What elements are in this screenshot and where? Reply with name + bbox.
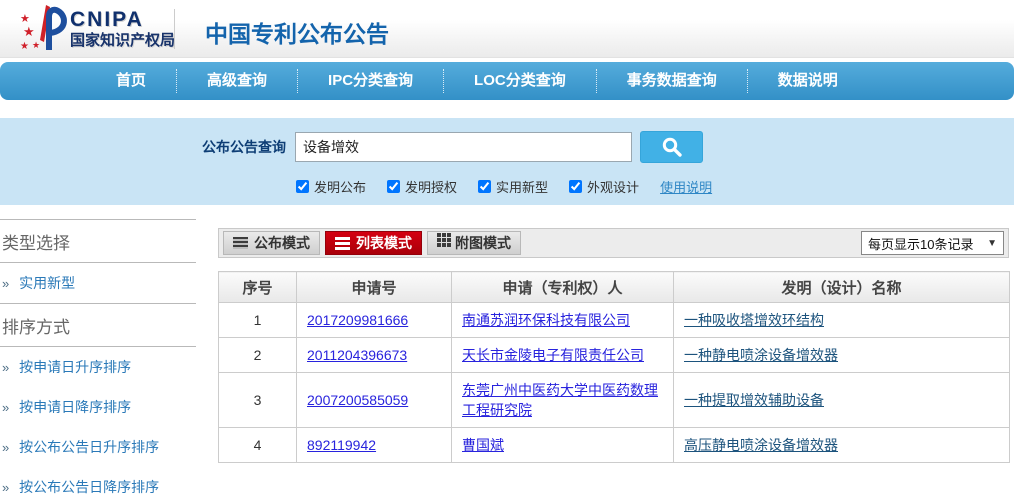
search-input[interactable]	[295, 132, 632, 162]
invention-grant-checkbox[interactable]	[387, 180, 400, 193]
site-header: ★ ★ ★ ★ CNIPA 国家知识产权局 中国专利公布公告	[0, 0, 1014, 58]
applicant-link[interactable]: 南通苏润环保科技有限公司	[462, 312, 630, 328]
row-index: 1	[219, 303, 297, 338]
applicant-link[interactable]: 曹国斌	[462, 437, 504, 453]
application-number-link[interactable]: 2011204396673	[307, 347, 407, 363]
cnipa-logo-icon: ★ ★ ★ ★	[20, 4, 68, 54]
chevron-bullet-icon: »	[2, 480, 9, 495]
sidebar-heading-sort: 排序方式	[0, 304, 196, 346]
cnipa-logo: ★ ★ ★ ★ CNIPA 国家知识产权局	[20, 4, 175, 54]
page-size-value: 每页显示10条记录	[868, 234, 973, 253]
nav-item-data-description[interactable]: 数据说明	[747, 69, 868, 93]
table-row: 4 892119942 曹国斌 高压静电喷涂设备增效器	[219, 428, 1010, 463]
applicant-link[interactable]: 天长市金陵电子有限责任公司	[462, 347, 644, 363]
search-icon	[661, 136, 683, 158]
patent-announcement-page: ★ ★ ★ ★ CNIPA 国家知识产权局 中国专利公布公告 首页 高级查询 I…	[0, 0, 1014, 496]
table-row: 1 2017209981666 南通苏润环保科技有限公司 一种吸收塔增效环结构	[219, 303, 1010, 338]
chevron-bullet-icon: »	[2, 400, 9, 415]
row-index: 2	[219, 338, 297, 373]
svg-text:★: ★	[23, 24, 35, 39]
chevron-bullet-icon: »	[2, 360, 9, 375]
nav-item-advanced-search[interactable]: 高级查询	[176, 69, 297, 93]
chevron-bullet-icon: »	[2, 276, 9, 291]
checkbox-label: 发明公布	[314, 177, 366, 196]
sidebar-item-sort-publication-asc[interactable]: » 按公布公告日升序排序	[0, 427, 196, 467]
chevron-down-icon: ▼	[987, 238, 997, 249]
invention-name-link[interactable]: 一种吸收塔增效环结构	[684, 312, 824, 328]
checkbox-label: 实用新型	[496, 177, 548, 196]
logo-acronym: CNIPA	[70, 9, 175, 31]
results-table: 序号 申请号 申请（专利权）人 发明（设计）名称 1 2017209981666…	[218, 271, 1010, 463]
nav-item-transaction-data[interactable]: 事务数据查询	[596, 69, 747, 93]
design-checkbox[interactable]	[569, 180, 582, 193]
svg-text:★: ★	[20, 41, 29, 52]
invention-name-link[interactable]: 一种提取增效辅助设备	[684, 392, 824, 408]
application-number-link[interactable]: 892119942	[307, 437, 376, 453]
logo-org-name: 国家知识产权局	[70, 31, 175, 50]
svg-text:★: ★	[32, 40, 40, 50]
results-main: 公布模式 列表模式 附图模式 每页显示10条记录 ▼ 序号 申请号 申请（专利权…	[218, 228, 1009, 463]
search-section: 公布公告查询 发明公布 发明授权 实用新型	[0, 118, 1014, 205]
filter-checkbox-row: 发明公布 发明授权 实用新型 外观设计 使用说明	[296, 177, 712, 196]
figure-mode-icon	[437, 233, 441, 237]
checkbox-invention-publication[interactable]: 发明公布	[296, 177, 366, 196]
search-button[interactable]	[640, 131, 703, 163]
logo-text: CNIPA 国家知识产权局	[70, 9, 175, 50]
checkbox-utility-model[interactable]: 实用新型	[478, 177, 548, 196]
checkbox-design[interactable]: 外观设计	[569, 177, 639, 196]
utility-model-checkbox[interactable]	[478, 180, 491, 193]
invention-name-link[interactable]: 高压静电喷涂设备增效器	[684, 437, 838, 453]
nav-item-loc-search[interactable]: LOC分类查询	[443, 69, 596, 93]
mode-button-label: 附图模式	[455, 233, 511, 253]
application-number-link[interactable]: 2007200585059	[307, 392, 408, 408]
figure-mode-button[interactable]: 附图模式	[427, 231, 521, 255]
sidebar: 类型选择 » 实用新型 排序方式 » 按申请日升序排序 » 按申请日降序排序 »…	[0, 219, 196, 496]
main-navbar: 首页 高级查询 IPC分类查询 LOC分类查询 事务数据查询 数据说明	[0, 62, 1014, 100]
sidebar-item-sort-filing-desc[interactable]: » 按申请日降序排序	[0, 387, 196, 427]
invention-name-link[interactable]: 一种静电喷涂设备增效器	[684, 347, 838, 363]
usage-instructions-link[interactable]: 使用说明	[660, 177, 712, 196]
column-header-invention-name: 发明（设计）名称	[674, 272, 1010, 303]
publication-mode-icon	[233, 237, 248, 249]
view-mode-toolbar: 公布模式 列表模式 附图模式 每页显示10条记录 ▼	[218, 228, 1009, 258]
list-mode-button[interactable]: 列表模式	[325, 231, 422, 255]
table-header-row: 序号 申请号 申请（专利权）人 发明（设计）名称	[219, 272, 1010, 303]
checkbox-label: 外观设计	[587, 177, 639, 196]
row-index: 4	[219, 428, 297, 463]
sidebar-item-utility-model[interactable]: » 实用新型	[0, 263, 196, 303]
row-index: 3	[219, 373, 297, 428]
table-row: 3 2007200585059 东莞广州中医药大学中医药数理工程研究院 一种提取…	[219, 373, 1010, 428]
mode-button-label: 列表模式	[356, 233, 412, 253]
sidebar-item-sort-filing-asc[interactable]: » 按申请日升序排序	[0, 347, 196, 387]
checkbox-label: 发明授权	[405, 177, 457, 196]
page-size-select[interactable]: 每页显示10条记录 ▼	[861, 231, 1004, 255]
publication-mode-button[interactable]: 公布模式	[223, 231, 320, 255]
table-row: 2 2011204396673 天长市金陵电子有限责任公司 一种静电喷涂设备增效…	[219, 338, 1010, 373]
sidebar-link-label[interactable]: 按申请日降序排序	[19, 399, 131, 415]
header-divider	[174, 9, 175, 49]
sidebar-link-label[interactable]: 按申请日升序排序	[19, 359, 131, 375]
mode-button-label: 公布模式	[254, 233, 310, 253]
sidebar-heading-type: 类型选择	[0, 220, 196, 262]
chevron-bullet-icon: »	[2, 440, 9, 455]
search-row: 公布公告查询	[202, 131, 703, 163]
column-header-index: 序号	[219, 272, 297, 303]
sidebar-link-label[interactable]: 按公布公告日降序排序	[19, 479, 159, 495]
sidebar-item-sort-publication-desc[interactable]: » 按公布公告日降序排序	[0, 467, 196, 496]
list-mode-icon	[335, 237, 350, 250]
application-number-link[interactable]: 2017209981666	[307, 312, 408, 328]
sidebar-link-label[interactable]: 按公布公告日升序排序	[19, 439, 159, 455]
sidebar-link-label[interactable]: 实用新型	[19, 275, 75, 291]
applicant-link[interactable]: 东莞广州中医药大学中医药数理工程研究院	[462, 382, 658, 418]
checkbox-invention-grant[interactable]: 发明授权	[387, 177, 457, 196]
invention-publication-checkbox[interactable]	[296, 180, 309, 193]
nav-item-home[interactable]: 首页	[86, 69, 176, 93]
page-title: 中国专利公布公告	[205, 15, 389, 49]
search-label: 公布公告查询	[202, 137, 286, 157]
column-header-applicant: 申请（专利权）人	[452, 272, 674, 303]
column-header-application-number: 申请号	[297, 272, 452, 303]
nav-item-ipc-search[interactable]: IPC分类查询	[297, 69, 443, 93]
